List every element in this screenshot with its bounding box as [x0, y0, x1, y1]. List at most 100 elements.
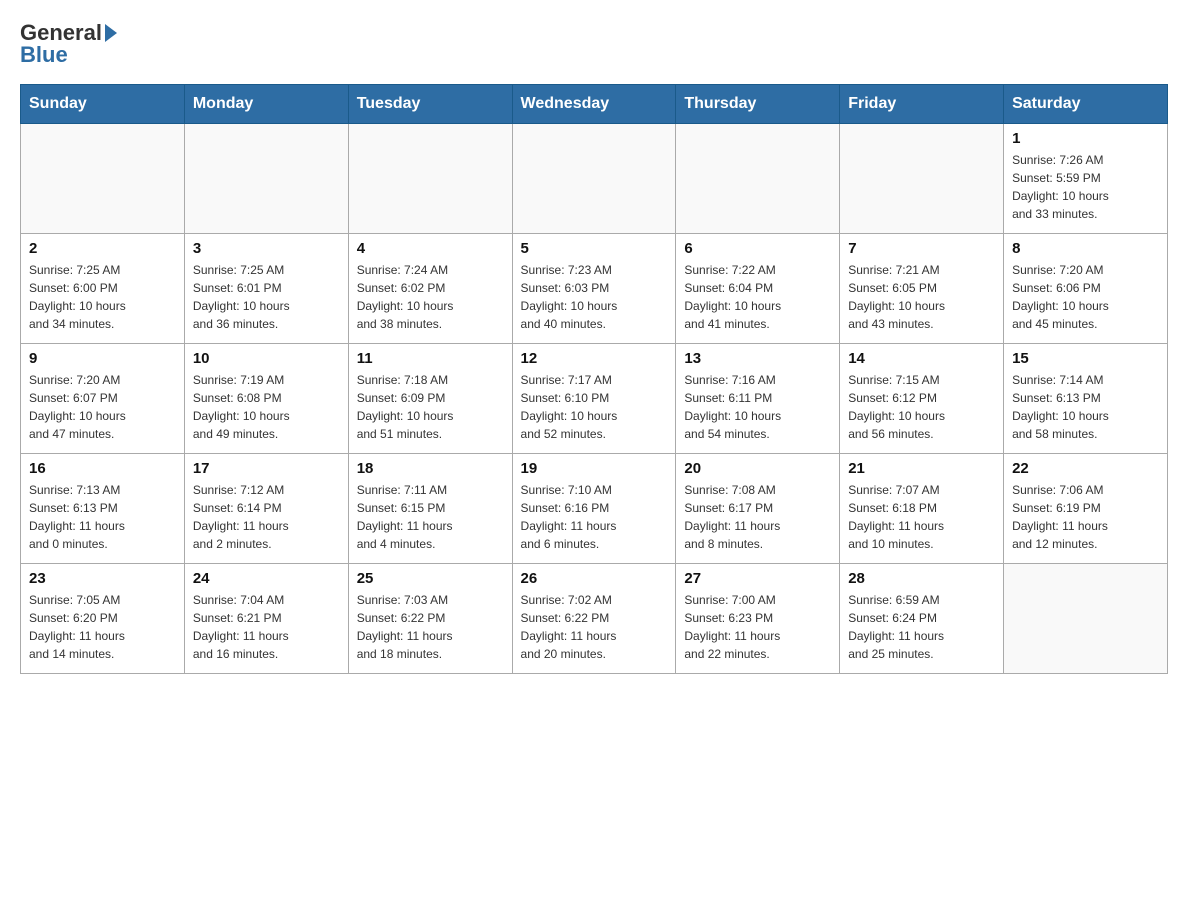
day-number: 9 [29, 350, 176, 367]
calendar-cell: 28 Sunrise: 6:59 AM Sunset: 6:24 PM Dayli… [840, 564, 1004, 674]
logo: General Blue [20, 20, 120, 68]
day-info: Sunrise: 7:20 AM Sunset: 6:06 PM Dayligh… [1012, 261, 1159, 333]
day-number: 13 [684, 350, 831, 367]
day-info: Sunrise: 7:08 AM Sunset: 6:17 PM Dayligh… [684, 481, 831, 553]
calendar-cell: 1 Sunrise: 7:26 AM Sunset: 5:59 PM Daylig… [1004, 124, 1168, 234]
day-number: 16 [29, 460, 176, 477]
day-number: 19 [521, 460, 668, 477]
day-header-monday: Monday [184, 85, 348, 124]
calendar-cell: 13 Sunrise: 7:16 AM Sunset: 6:11 PM Dayli… [676, 344, 840, 454]
calendar-cell [840, 124, 1004, 234]
day-info: Sunrise: 7:19 AM Sunset: 6:08 PM Dayligh… [193, 371, 340, 443]
calendar-cell: 3 Sunrise: 7:25 AM Sunset: 6:01 PM Daylig… [184, 234, 348, 344]
calendar-cell [21, 124, 185, 234]
day-info: Sunrise: 7:16 AM Sunset: 6:11 PM Dayligh… [684, 371, 831, 443]
day-number: 22 [1012, 460, 1159, 477]
calendar-cell [676, 124, 840, 234]
day-number: 12 [521, 350, 668, 367]
day-info: Sunrise: 7:10 AM Sunset: 6:16 PM Dayligh… [521, 481, 668, 553]
calendar-cell: 15 Sunrise: 7:14 AM Sunset: 6:13 PM Dayli… [1004, 344, 1168, 454]
day-info: Sunrise: 7:04 AM Sunset: 6:21 PM Dayligh… [193, 591, 340, 663]
calendar-cell: 5 Sunrise: 7:23 AM Sunset: 6:03 PM Daylig… [512, 234, 676, 344]
day-number: 1 [1012, 130, 1159, 147]
calendar-cell: 24Sunrise: 7:04 AM Sunset: 6:21 PM Dayli… [184, 564, 348, 674]
calendar-table: SundayMondayTuesdayWednesdayThursdayFrid… [20, 84, 1168, 674]
day-number: 27 [684, 570, 831, 587]
calendar-cell: 9 Sunrise: 7:20 AM Sunset: 6:07 PM Daylig… [21, 344, 185, 454]
day-number: 25 [357, 570, 504, 587]
day-info: Sunrise: 7:05 AM Sunset: 6:20 PM Dayligh… [29, 591, 176, 663]
day-number: 11 [357, 350, 504, 367]
day-info: Sunrise: 7:25 AM Sunset: 6:01 PM Dayligh… [193, 261, 340, 333]
day-header-saturday: Saturday [1004, 85, 1168, 124]
calendar-cell: 16 Sunrise: 7:13 AM Sunset: 6:13 PM Dayli… [21, 454, 185, 564]
logo-arrow-icon [105, 24, 117, 42]
day-number: 10 [193, 350, 340, 367]
day-header-tuesday: Tuesday [348, 85, 512, 124]
calendar-cell: 18 Sunrise: 7:11 AM Sunset: 6:15 PM Dayli… [348, 454, 512, 564]
day-info: Sunrise: 7:11 AM Sunset: 6:15 PM Dayligh… [357, 481, 504, 553]
day-number: 4 [357, 240, 504, 257]
day-header-sunday: Sunday [21, 85, 185, 124]
calendar-cell: 23 Sunrise: 7:05 AM Sunset: 6:20 PM Dayli… [21, 564, 185, 674]
day-number: 7 [848, 240, 995, 257]
day-info: Sunrise: 7:21 AM Sunset: 6:05 PM Dayligh… [848, 261, 995, 333]
day-number: 28 [848, 570, 995, 587]
logo-blue-text: Blue [20, 42, 68, 68]
day-info: Sunrise: 7:02 AM Sunset: 6:22 PM Dayligh… [521, 591, 668, 663]
day-info: Sunrise: 7:15 AM Sunset: 6:12 PM Dayligh… [848, 371, 995, 443]
day-number: 3 [193, 240, 340, 257]
calendar-cell: 21 Sunrise: 7:07 AM Sunset: 6:18 PM Dayli… [840, 454, 1004, 564]
calendar-cell [512, 124, 676, 234]
day-number: 17 [193, 460, 340, 477]
day-info: Sunrise: 7:13 AM Sunset: 6:13 PM Dayligh… [29, 481, 176, 553]
days-header-row: SundayMondayTuesdayWednesdayThursdayFrid… [21, 85, 1168, 124]
day-info: Sunrise: 7:26 AM Sunset: 5:59 PM Dayligh… [1012, 151, 1159, 223]
calendar-cell: 2 Sunrise: 7:25 AM Sunset: 6:00 PM Daylig… [21, 234, 185, 344]
calendar-cell: 10 Sunrise: 7:19 AM Sunset: 6:08 PM Dayli… [184, 344, 348, 454]
day-info: Sunrise: 7:06 AM Sunset: 6:19 PM Dayligh… [1012, 481, 1159, 553]
day-number: 20 [684, 460, 831, 477]
day-number: 6 [684, 240, 831, 257]
day-info: Sunrise: 7:18 AM Sunset: 6:09 PM Dayligh… [357, 371, 504, 443]
calendar-cell [1004, 564, 1168, 674]
week-row-5: 23 Sunrise: 7:05 AM Sunset: 6:20 PM Dayli… [21, 564, 1168, 674]
calendar-cell: 4 Sunrise: 7:24 AM Sunset: 6:02 PM Daylig… [348, 234, 512, 344]
day-info: Sunrise: 7:23 AM Sunset: 6:03 PM Dayligh… [521, 261, 668, 333]
day-number: 15 [1012, 350, 1159, 367]
day-number: 26 [521, 570, 668, 587]
calendar-cell: 6 Sunrise: 7:22 AM Sunset: 6:04 PM Daylig… [676, 234, 840, 344]
day-info: Sunrise: 7:12 AM Sunset: 6:14 PM Dayligh… [193, 481, 340, 553]
day-info: Sunrise: 6:59 AM Sunset: 6:24 PM Dayligh… [848, 591, 995, 663]
day-header-thursday: Thursday [676, 85, 840, 124]
day-info: Sunrise: 7:22 AM Sunset: 6:04 PM Dayligh… [684, 261, 831, 333]
day-info: Sunrise: 7:20 AM Sunset: 6:07 PM Dayligh… [29, 371, 176, 443]
day-info: Sunrise: 7:25 AM Sunset: 6:00 PM Dayligh… [29, 261, 176, 333]
day-number: 8 [1012, 240, 1159, 257]
day-info: Sunrise: 7:07 AM Sunset: 6:18 PM Dayligh… [848, 481, 995, 553]
calendar-cell: 14 Sunrise: 7:15 AM Sunset: 6:12 PM Dayli… [840, 344, 1004, 454]
day-number: 5 [521, 240, 668, 257]
calendar-cell [348, 124, 512, 234]
day-number: 18 [357, 460, 504, 477]
calendar-cell: 11 Sunrise: 7:18 AM Sunset: 6:09 PM Dayli… [348, 344, 512, 454]
week-row-4: 16 Sunrise: 7:13 AM Sunset: 6:13 PM Dayli… [21, 454, 1168, 564]
week-row-3: 9 Sunrise: 7:20 AM Sunset: 6:07 PM Daylig… [21, 344, 1168, 454]
day-number: 21 [848, 460, 995, 477]
day-info: Sunrise: 7:24 AM Sunset: 6:02 PM Dayligh… [357, 261, 504, 333]
week-row-1: 1 Sunrise: 7:26 AM Sunset: 5:59 PM Daylig… [21, 124, 1168, 234]
calendar-cell: 7 Sunrise: 7:21 AM Sunset: 6:05 PM Daylig… [840, 234, 1004, 344]
day-info: Sunrise: 7:03 AM Sunset: 6:22 PM Dayligh… [357, 591, 504, 663]
day-header-friday: Friday [840, 85, 1004, 124]
calendar-cell: 27 Sunrise: 7:00 AM Sunset: 6:23 PM Dayli… [676, 564, 840, 674]
calendar-cell [184, 124, 348, 234]
calendar-cell: 25 Sunrise: 7:03 AM Sunset: 6:22 PM Dayli… [348, 564, 512, 674]
day-info: Sunrise: 7:14 AM Sunset: 6:13 PM Dayligh… [1012, 371, 1159, 443]
day-info: Sunrise: 7:00 AM Sunset: 6:23 PM Dayligh… [684, 591, 831, 663]
day-number: 2 [29, 240, 176, 257]
day-number: 14 [848, 350, 995, 367]
week-row-2: 2 Sunrise: 7:25 AM Sunset: 6:00 PM Daylig… [21, 234, 1168, 344]
day-number: 23 [29, 570, 176, 587]
calendar-cell: 26 Sunrise: 7:02 AM Sunset: 6:22 PM Dayli… [512, 564, 676, 674]
calendar-cell: 19 Sunrise: 7:10 AM Sunset: 6:16 PM Dayli… [512, 454, 676, 564]
